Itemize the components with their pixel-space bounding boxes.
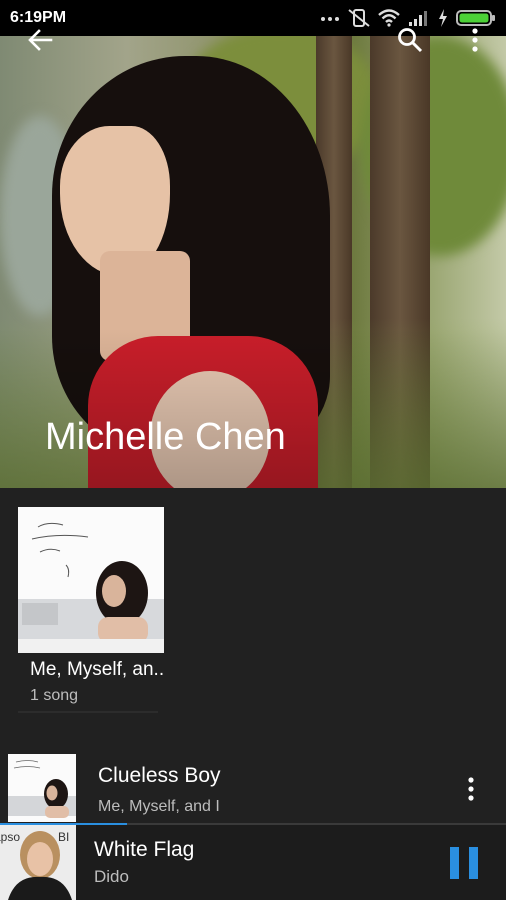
album-title: Me, Myself, an.. [30, 659, 165, 680]
album-divider [18, 711, 158, 713]
song-row[interactable]: Clueless Boy Me, Myself, and I [0, 748, 506, 824]
album-song-count: 1 song [30, 687, 79, 704]
song-album: Me, Myself, and I [98, 798, 220, 815]
more-vert-icon[interactable] [455, 20, 495, 60]
svg-text:apso: apso [0, 830, 20, 844]
now-playing-thumbnail: apso BI [0, 825, 76, 900]
now-playing-artist: Dido [94, 867, 129, 886]
song-title: Clueless Boy [98, 764, 221, 787]
song-thumbnail [8, 754, 76, 822]
artist-hero-image: Michelle Chen [0, 36, 506, 488]
now-playing-title: White Flag [94, 838, 195, 861]
album-art[interactable] [18, 507, 164, 653]
status-bar: 6:19PM [0, 0, 506, 36]
now-playing-bar[interactable]: apso BI White Flag Dido [0, 825, 506, 900]
vibrate-off-icon [348, 9, 370, 27]
overflow-dots-icon [321, 17, 339, 21]
album-card[interactable]: Me, Myself, an.. 1 song [18, 507, 164, 713]
search-icon[interactable] [390, 20, 430, 60]
charging-icon [439, 9, 447, 27]
artist-name: Michelle Chen [45, 416, 286, 458]
song-more-icon[interactable] [458, 774, 484, 804]
pause-icon [450, 847, 478, 879]
back-arrow-icon[interactable] [20, 20, 60, 60]
pause-button[interactable] [444, 843, 484, 883]
svg-text:BI: BI [58, 830, 69, 844]
